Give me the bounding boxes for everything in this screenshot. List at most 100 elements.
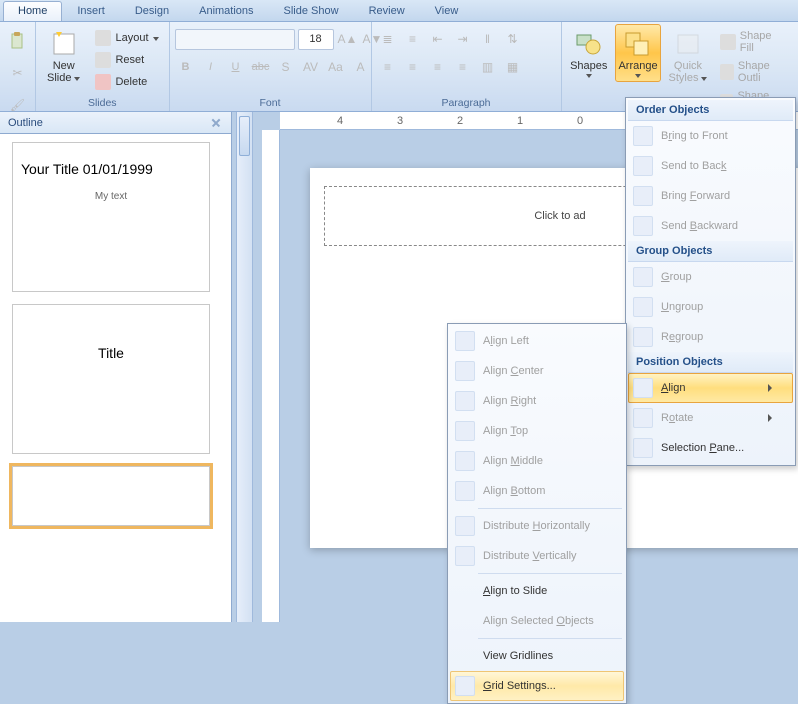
font-color-button[interactable]: A bbox=[350, 56, 372, 78]
new-label-top: New bbox=[53, 60, 75, 72]
strike-button[interactable]: abc bbox=[250, 56, 272, 78]
chevron-down-icon bbox=[153, 37, 159, 41]
shadow-button[interactable]: S bbox=[275, 56, 297, 78]
menu-header-order: Order Objects bbox=[628, 100, 793, 121]
align-right-button[interactable]: ≡ bbox=[427, 56, 449, 78]
grow-font-button[interactable]: A▲ bbox=[337, 28, 359, 50]
increase-indent-button[interactable]: ⇥ bbox=[452, 28, 474, 50]
outline-scrollbar[interactable] bbox=[236, 112, 253, 622]
decrease-indent-button[interactable]: ⇤ bbox=[427, 28, 449, 50]
outline-tab-label: Outline bbox=[8, 117, 43, 129]
cut-button[interactable]: ✂ bbox=[7, 62, 29, 84]
shape-fill-button[interactable]: Shape Fill bbox=[715, 28, 793, 56]
tab-review[interactable]: Review bbox=[354, 1, 420, 21]
align-center-button[interactable]: ≡ bbox=[402, 56, 424, 78]
menu-item-grid-settings-[interactable]: Grid Settings... bbox=[450, 671, 624, 701]
scrollbar-thumb[interactable] bbox=[239, 116, 250, 156]
smartart-button[interactable]: ▦ bbox=[502, 56, 524, 78]
quick-styles-button[interactable]: Quick Styles bbox=[665, 24, 711, 88]
italic-button[interactable]: I bbox=[200, 56, 222, 78]
quick-styles-icon bbox=[672, 28, 704, 60]
group-title-paragraph: Paragraph bbox=[377, 95, 556, 111]
menu-item-distribute-horizontally: Distribute Horizontally bbox=[450, 511, 624, 541]
layout-button[interactable]: Layout bbox=[90, 28, 163, 48]
font-family-combo[interactable] bbox=[175, 29, 295, 50]
slide-thumb-1[interactable]: Your Title 01/01/1999 My text bbox=[12, 142, 210, 292]
shape-fill-icon bbox=[720, 34, 736, 50]
columns-button[interactable]: ▥ bbox=[477, 56, 499, 78]
menu-item-icon bbox=[455, 421, 475, 441]
chevron-down-icon bbox=[701, 77, 707, 81]
delete-button[interactable]: Delete bbox=[90, 72, 163, 92]
char-spacing-button[interactable]: AV bbox=[300, 56, 322, 78]
menu-separator bbox=[478, 638, 622, 639]
text-direction-button[interactable]: ⇅ bbox=[502, 28, 524, 50]
menu-separator bbox=[478, 508, 622, 509]
change-case-button[interactable]: Aa bbox=[325, 56, 347, 78]
paste-icon[interactable] bbox=[7, 30, 29, 52]
group-clipboard: ✂ 🖌 bbox=[0, 22, 36, 111]
justify-button[interactable]: ≡ bbox=[452, 56, 474, 78]
align-left-button[interactable]: ≡ bbox=[377, 56, 399, 78]
tab-view[interactable]: View bbox=[420, 1, 474, 21]
ruler-tick: 4 bbox=[310, 115, 370, 127]
slide-thumb-3[interactable] bbox=[12, 466, 210, 526]
menu-item-align-right: Align Right bbox=[450, 386, 624, 416]
close-icon[interactable] bbox=[209, 116, 223, 130]
menu-header-position: Position Objects bbox=[628, 352, 793, 373]
bold-button[interactable]: B bbox=[175, 56, 197, 78]
tab-insert[interactable]: Insert bbox=[62, 1, 120, 21]
shapes-icon bbox=[573, 28, 605, 60]
bullets-button[interactable]: ≣ bbox=[377, 28, 399, 50]
line-spacing-button[interactable]: ‖ bbox=[477, 28, 499, 50]
new-slide-button[interactable]: New Slide bbox=[41, 24, 86, 88]
menu-item-align-middle: Align Middle bbox=[450, 446, 624, 476]
menu-item-icon bbox=[455, 331, 475, 351]
menu-item-icon bbox=[455, 391, 475, 411]
tab-slideshow[interactable]: Slide Show bbox=[269, 1, 354, 21]
shape-outline-button[interactable]: Shape Outli bbox=[715, 58, 793, 86]
new-label-bot: Slide bbox=[47, 72, 71, 84]
delete-label: Delete bbox=[115, 76, 147, 88]
font-size-combo[interactable]: 18 bbox=[298, 29, 334, 50]
menu-item-align-to-slide[interactable]: Align to Slide bbox=[450, 576, 624, 606]
menu-item-icon bbox=[455, 481, 475, 501]
thumbnail-list[interactable]: Your Title 01/01/1999 My text Title bbox=[0, 134, 231, 622]
tab-animations[interactable]: Animations bbox=[184, 1, 268, 21]
menu-item-icon bbox=[633, 327, 653, 347]
menu-item-align-center: Align Center bbox=[450, 356, 624, 386]
menu-item-send-to-back: Send to Back bbox=[628, 151, 793, 181]
delete-icon bbox=[95, 74, 111, 90]
ruler-tick: 3 bbox=[370, 115, 430, 127]
menu-item-align-bottom: Align Bottom bbox=[450, 476, 624, 506]
menu-item-regroup: Regroup bbox=[628, 322, 793, 352]
menu-item-bring-to-front: Bring to Front bbox=[628, 121, 793, 151]
slide-thumb-2[interactable]: Title bbox=[12, 304, 210, 454]
menu-item-send-backward: Send Backward bbox=[628, 211, 793, 241]
menu-item-selection-pane-[interactable]: Selection Pane... bbox=[628, 433, 793, 463]
align-submenu: Align LeftAlign CenterAlign RightAlign T… bbox=[447, 323, 627, 704]
menu-item-icon bbox=[455, 546, 475, 566]
thumb-title: Your Title 01/01/1999 bbox=[21, 161, 201, 177]
numbering-button[interactable]: ≡ bbox=[402, 28, 424, 50]
tab-home[interactable]: Home bbox=[3, 1, 62, 21]
ribbon-tabs: Home Insert Design Animations Slide Show… bbox=[0, 0, 798, 22]
outline-tab[interactable]: Outline bbox=[0, 112, 231, 134]
menu-item-view-gridlines[interactable]: View Gridlines bbox=[450, 641, 624, 671]
group-slides: New Slide Layout Reset Delete Slides bbox=[36, 22, 170, 111]
underline-button[interactable]: U bbox=[225, 56, 247, 78]
chevron-down-icon bbox=[635, 74, 641, 78]
menu-item-bring-forward: Bring Forward bbox=[628, 181, 793, 211]
arrange-button[interactable]: Arrange bbox=[615, 24, 661, 82]
shape-outline-label: Shape Outli bbox=[738, 60, 788, 84]
group-paragraph: ≣ ≡ ⇤ ⇥ ‖ ⇅ ≡ ≡ ≡ ≡ ▥ ▦ Paragraph bbox=[372, 22, 562, 111]
menu-item-align[interactable]: Align bbox=[628, 373, 793, 403]
shapes-label: Shapes bbox=[570, 60, 607, 72]
shapes-button[interactable]: Shapes bbox=[567, 24, 611, 82]
menu-item-icon bbox=[455, 451, 475, 471]
menu-item-icon bbox=[633, 126, 653, 146]
title-placeholder-text: Click to ad bbox=[534, 210, 585, 222]
arrange-label: Arrange bbox=[618, 60, 657, 72]
tab-design[interactable]: Design bbox=[120, 1, 184, 21]
reset-button[interactable]: Reset bbox=[90, 50, 163, 70]
